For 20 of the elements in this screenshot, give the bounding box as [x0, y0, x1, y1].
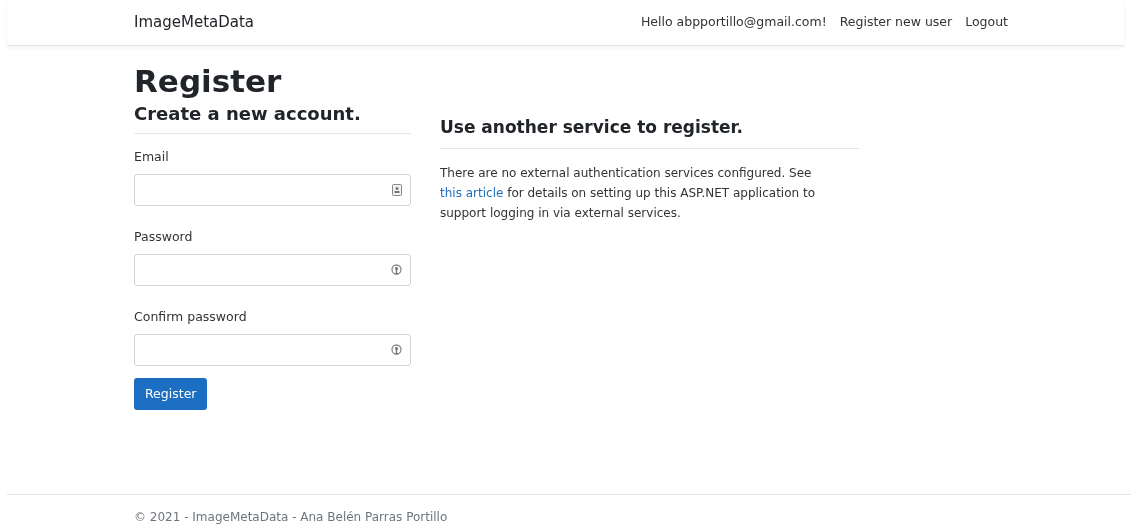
footer-text: © 2021 - ImageMetaData - Ana Belén Parras Portillo — [133, 509, 449, 525]
email-field[interactable] — [134, 174, 411, 206]
register-button[interactable]: Register — [134, 378, 208, 410]
field-label: Password — [134, 228, 193, 246]
article-link[interactable]: this article — [440, 186, 504, 200]
page-title: Register — [134, 62, 283, 100]
nav-link[interactable]: Hello abpportillo@gmail.com! — [640, 13, 827, 32]
nav-link[interactable]: Register new user — [839, 13, 953, 32]
password-field[interactable] — [134, 334, 411, 366]
field-label: Email — [134, 148, 169, 166]
section-heading: Create a new account. — [134, 102, 362, 126]
section-heading: Use another service to register. — [440, 116, 744, 139]
info-text: There are no external authentication services configured. See this article for details on setting up this ASP.NET application to support logging in via external services. — [440, 165, 816, 222]
key-icon — [391, 344, 402, 356]
key-icon — [391, 264, 402, 276]
brand-link[interactable]: ImageMetaData — [134, 11, 255, 34]
password-field[interactable] — [134, 254, 411, 286]
field-label: Confirm password — [134, 308, 247, 326]
nav-link[interactable]: Logout — [965, 13, 1008, 32]
contact-card-icon — [392, 184, 402, 196]
